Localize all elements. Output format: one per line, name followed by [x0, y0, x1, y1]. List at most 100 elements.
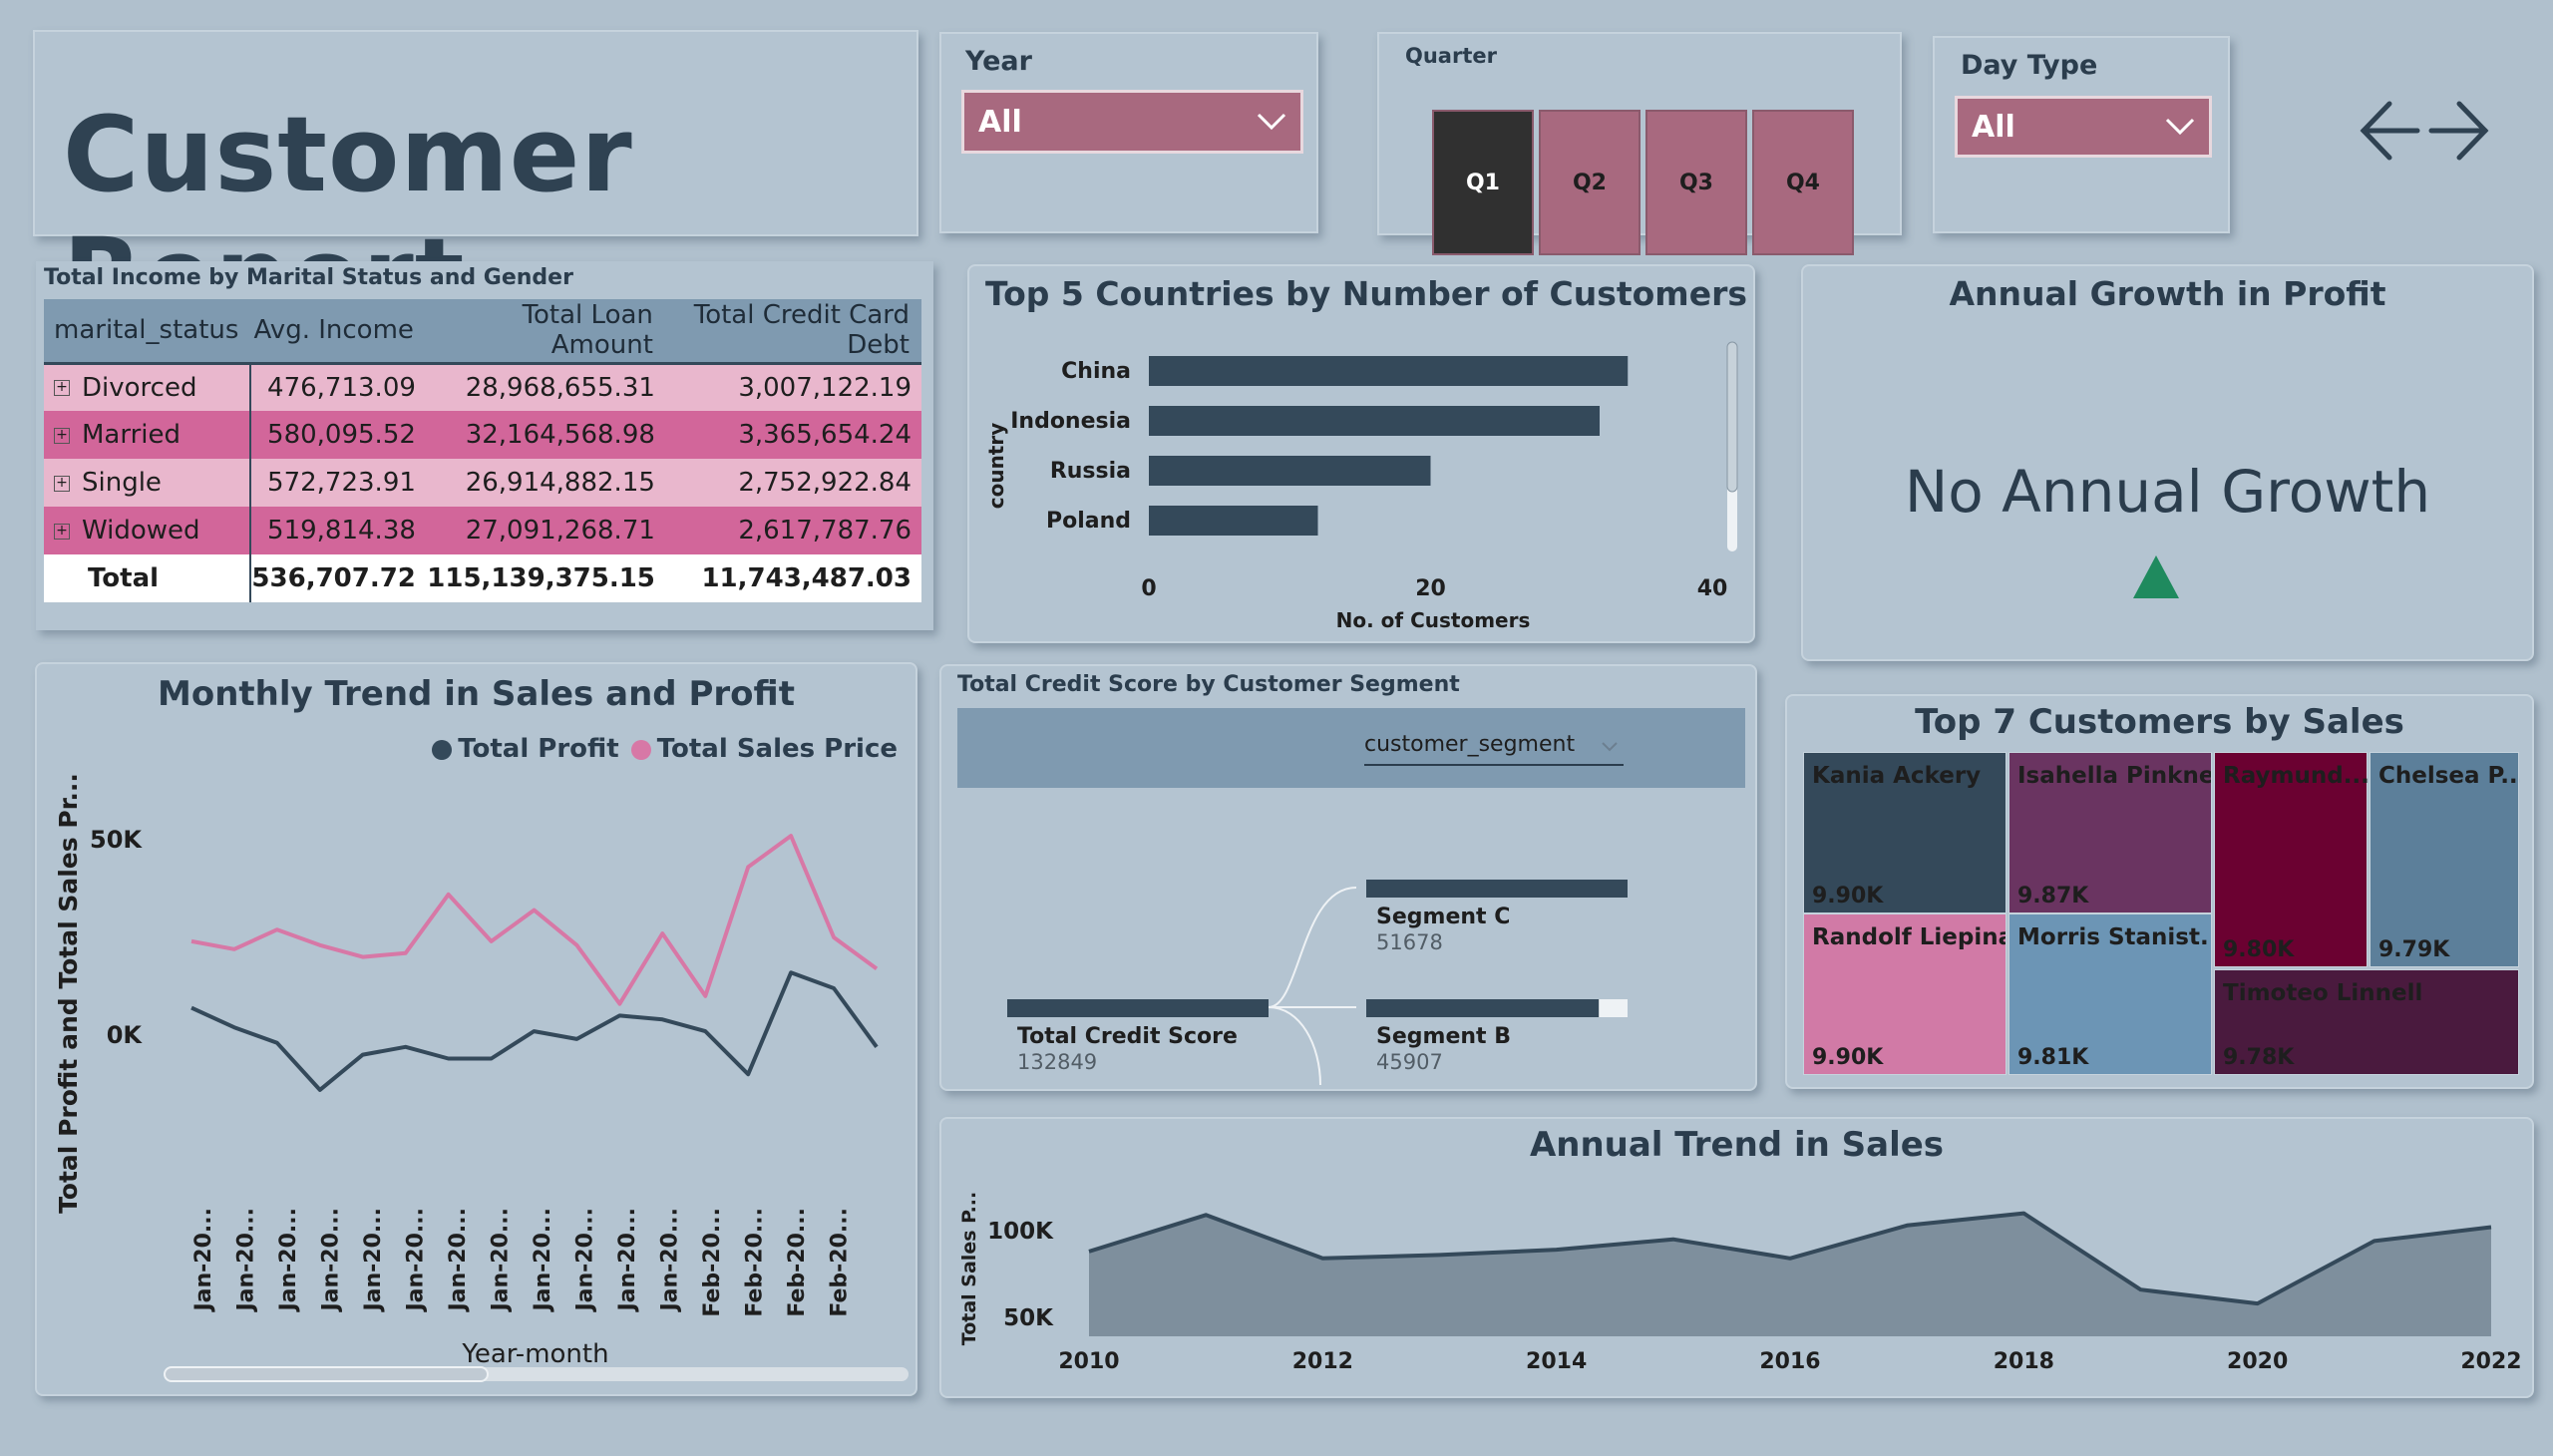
treemap-cell[interactable]: Timoteo Linnell 9.78K — [2214, 969, 2519, 1075]
segment-c-bar[interactable] — [1366, 880, 1628, 898]
root-bar[interactable] — [1007, 999, 1269, 1017]
table-row: + Widowed 519,814.38 27,091,268.71 2,617,… — [44, 507, 921, 554]
matrix-cell: 115,139,375.15 — [425, 554, 665, 602]
expand-icon[interactable]: + — [54, 523, 70, 540]
quarter-slicer-label: Quarter — [1405, 44, 1497, 68]
treemap-cell-name: Chelsea P... — [2378, 763, 2521, 789]
annual-ylabel: Total Sales P... — [958, 1192, 980, 1345]
country-bar[interactable] — [1149, 356, 1629, 386]
monthly-xtick: Jan-20... — [573, 1208, 598, 1313]
sales-area[interactable] — [1089, 1213, 2491, 1336]
quarter-q2-button[interactable]: Q2 — [1539, 110, 1641, 255]
treemap-cell-value: 9.78K — [2223, 1045, 2295, 1070]
row-label: Single — [82, 468, 162, 498]
table-row: + Married 580,095.52 32,164,568.98 3,365,… — [44, 411, 921, 459]
year-slicer-label: Year — [965, 46, 1032, 77]
quarter-q3-button[interactable]: Q3 — [1645, 110, 1747, 255]
monthly-xtick: Feb-20... — [743, 1208, 768, 1317]
expand-icon[interactable]: + — [54, 380, 70, 397]
annual-xtick: 2010 — [1058, 1349, 1119, 1374]
treemap-cell-value: 9.90K — [1812, 1045, 1884, 1070]
credit-tree: Total Credit Score 132849 Segment C 5167… — [1007, 880, 1628, 1086]
matrix-header[interactable]: marital_status — [44, 299, 251, 365]
treemap-cell[interactable]: Morris Stanist... 9.81K — [2008, 913, 2212, 1075]
matrix-header[interactable]: Total Credit Card Debt — [664, 299, 921, 365]
segment-b-bar[interactable] — [1366, 999, 1600, 1017]
treemap-chart: Kania Ackery 9.90K Randolf Liepina 9.90K Isa… — [1803, 752, 2521, 1075]
expand-icon[interactable]: + — [54, 427, 70, 444]
series-line[interactable] — [190, 970, 879, 1092]
monthly-ytick: 50K — [90, 826, 143, 854]
matrix-cell: 11,743,487.03 — [664, 554, 921, 602]
annual-chart: Total Sales P... 100K 50K 2010 2012 2014 20… — [958, 1192, 2522, 1374]
monthly-xtick: Jan-20... — [658, 1208, 683, 1313]
treemap-cell[interactable]: Kania Ackery 9.90K — [1803, 752, 2006, 913]
countries-ylabel: country — [984, 423, 1008, 510]
growth-value: No Annual Growth — [1904, 458, 2431, 526]
matrix-cell: 2,752,922.84 — [664, 459, 921, 507]
row-label: Divorced — [82, 372, 197, 403]
country-bar[interactable] — [1149, 506, 1318, 536]
title-card: Customer Report — [33, 30, 918, 337]
matrix-cell[interactable]: + Widowed — [44, 507, 252, 554]
credit-card: Total Credit Score by Customer Segment c… — [939, 664, 1757, 1091]
expand-icon[interactable]: + — [54, 475, 70, 492]
monthly-xtick: Feb-20... — [700, 1208, 725, 1317]
year-slicer: Year All — [939, 32, 1318, 233]
treemap-cell-value: 9.87K — [2017, 884, 2089, 909]
countries-xlabel: No. of Customers — [1336, 608, 1531, 632]
chevron-down-icon — [2165, 118, 2195, 136]
matrix-cell[interactable]: + Divorced — [44, 363, 252, 411]
scrollbar-thumb[interactable] — [164, 1366, 489, 1382]
monthly-ytick: 0K — [107, 1021, 144, 1049]
country-bar[interactable] — [1149, 406, 1600, 436]
country-label: Poland — [1046, 509, 1131, 534]
treemap-card: Top 7 Customers by Sales Kania Ackery 9.9… — [1785, 694, 2534, 1089]
treemap-cell[interactable]: Chelsea P... 9.79K — [2370, 752, 2521, 967]
monthly-xtick: Feb-20... — [828, 1208, 853, 1317]
back-forward-arrows-icon[interactable] — [2360, 98, 2489, 164]
daytype-slicer-label: Day Type — [1961, 50, 2098, 81]
treemap-cell[interactable]: Raymund... 9.80K — [2214, 752, 2369, 967]
treemap-cell-name: Morris Stanist... — [2017, 924, 2211, 950]
annual-xtick: 2020 — [2227, 1349, 2288, 1374]
matrix-cell: 3,007,122.19 — [664, 363, 921, 411]
year-dropdown[interactable]: All — [961, 90, 1303, 154]
daytype-dropdown[interactable]: All — [1955, 96, 2212, 158]
treemap-cell-name: Isahella Pinkney — [2017, 763, 2211, 789]
treemap-cell-value: 9.90K — [1812, 884, 1884, 909]
matrix-cell: 26,914,882.15 — [425, 459, 665, 507]
countries-card: Top 5 Countries by Number of Customers c… — [967, 264, 1755, 643]
quarter-q1-button[interactable]: Q1 — [1432, 110, 1534, 255]
monthly-xtick: Jan-20... — [191, 1208, 216, 1313]
monthly-xtick: Jan-20... — [446, 1208, 471, 1313]
segment-c-label: Segment C — [1376, 905, 1510, 929]
growth-title: Annual Growth in Profit — [1949, 274, 2386, 313]
treemap-cell-value: 9.80K — [2223, 937, 2295, 962]
monthly-card: Monthly Trend in Sales and Profit Total … — [35, 662, 917, 1396]
chevron-down-icon — [1257, 113, 1286, 131]
matrix-cell: 572,723.91 — [250, 459, 426, 507]
annual-ytick: 100K — [987, 1219, 1054, 1245]
matrix-header[interactable]: Total Loan Amount — [425, 299, 665, 365]
quarter-q4-button[interactable]: Q4 — [1752, 110, 1854, 255]
matrix-cell: 519,814.38 — [250, 507, 426, 554]
matrix-cell: 580,095.52 — [250, 411, 426, 459]
matrix-title: Total Income by Marital Status and Gende… — [44, 265, 573, 290]
daytype-dropdown-value: All — [1972, 109, 2015, 145]
monthly-xtick: Jan-20... — [361, 1208, 386, 1313]
matrix-cell[interactable]: + Married — [44, 411, 252, 459]
matrix-cell: 2,617,787.76 — [664, 507, 921, 554]
country-bar[interactable] — [1149, 456, 1431, 486]
segment-b-label: Segment B — [1376, 1024, 1511, 1049]
treemap-cell[interactable]: Isahella Pinkney 9.87K — [2008, 752, 2212, 913]
series-line[interactable] — [190, 834, 879, 1006]
countries-chart: country No. of Customers China Indonesia R… — [984, 341, 1738, 632]
treemap-cell[interactable]: Randolf Liepina 9.90K — [1803, 913, 2006, 1075]
monthly-ylabel: Total Profit and Total Sales Pr... — [54, 773, 83, 1214]
matrix-cell[interactable]: + Single — [44, 459, 252, 507]
segment-b-value: 45907 — [1376, 1050, 1443, 1074]
monthly-xtick: Jan-20... — [489, 1208, 514, 1313]
matrix-header[interactable]: Avg. Income — [250, 299, 426, 365]
scrollbar-thumb[interactable] — [1726, 341, 1738, 493]
